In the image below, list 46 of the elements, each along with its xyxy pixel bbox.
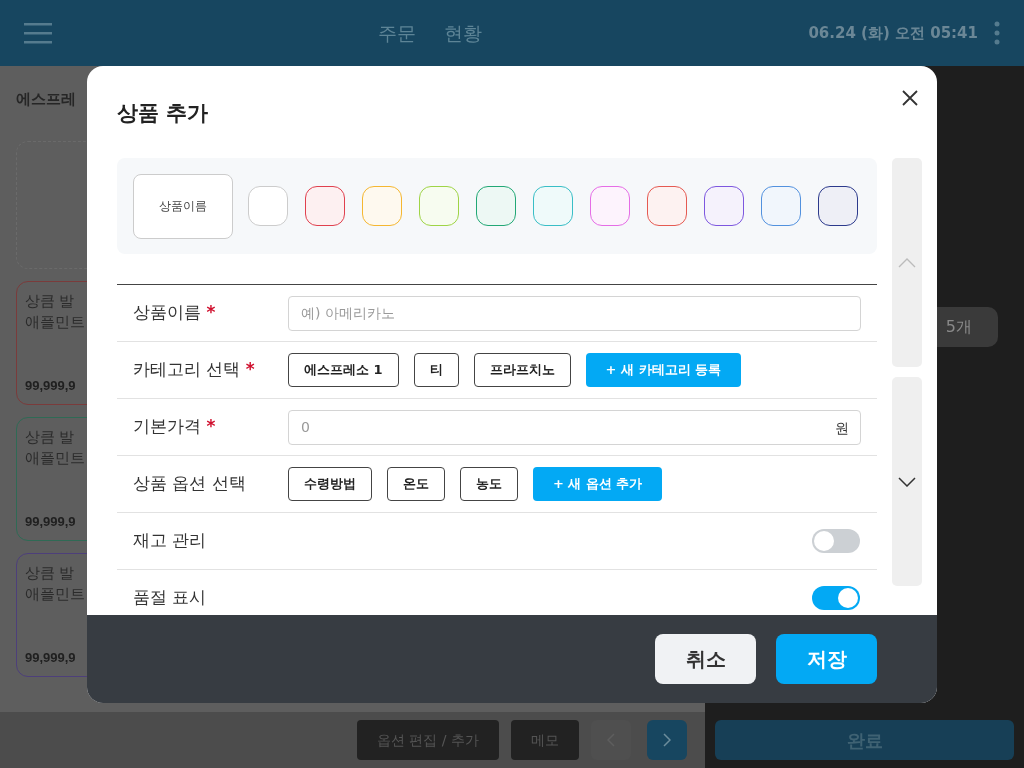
toggle-switch[interactable] <box>812 529 860 553</box>
product-price: 99,999,9 <box>25 649 76 667</box>
unit-label: 원 <box>835 418 849 438</box>
product-price: 99,999,9 <box>25 377 76 395</box>
cancel-button[interactable]: 취소 <box>655 634 756 684</box>
header-tab[interactable]: 현황 <box>444 18 483 48</box>
product-price: 99,999,9 <box>25 513 76 531</box>
field-label: 상품 옵션 선택 <box>133 472 247 496</box>
category-title: 에스프레 <box>16 89 77 110</box>
field-label: 품절 표시 <box>133 586 208 610</box>
add-button[interactable]: + 새 옵션 추가 <box>533 467 663 501</box>
close-icon <box>901 89 919 107</box>
save-button[interactable]: 저장 <box>776 634 877 684</box>
menu-icon[interactable] <box>24 22 52 44</box>
product-preview: 상품이름 <box>133 173 233 239</box>
option-chip[interactable]: 온도 <box>387 467 445 501</box>
color-swatch[interactable] <box>362 186 402 226</box>
next-button[interactable] <box>647 720 687 760</box>
option-chip[interactable]: 프라프치노 <box>473 353 571 387</box>
modal-title: 상품 추가 <box>117 101 209 125</box>
add-button[interactable]: + 새 카테고리 등록 <box>585 353 742 387</box>
chevron-down-icon <box>898 476 916 487</box>
close-button[interactable] <box>901 88 921 108</box>
chevron-up-icon <box>898 257 916 268</box>
field-label: 기본가격 * <box>133 415 217 439</box>
option-chip[interactable]: 티 <box>413 353 459 387</box>
input-field[interactable]: 예) 아메리카노 <box>288 295 861 331</box>
date-time: 06.24 (화) 오전 05:41 <box>808 22 978 44</box>
color-swatch[interactable] <box>590 186 630 226</box>
color-swatch[interactable] <box>305 186 345 226</box>
color-swatch[interactable] <box>818 186 858 226</box>
more-icon[interactable] <box>994 21 1000 45</box>
chevron-right-icon <box>663 733 671 747</box>
header-tab[interactable]: 주문 <box>378 18 417 48</box>
field-label: 카테고리 선택 * <box>133 358 256 382</box>
color-swatch[interactable] <box>476 186 516 226</box>
option-chip[interactable]: 수령방법 <box>288 467 372 501</box>
toggle-switch[interactable] <box>812 586 860 610</box>
color-swatch[interactable] <box>533 186 573 226</box>
field-label: 상품이름 * <box>133 301 217 325</box>
color-swatch[interactable] <box>647 186 687 226</box>
color-swatch[interactable] <box>761 186 801 226</box>
field-label: 재고 관리 <box>133 529 208 553</box>
option-chip[interactable]: 에스프레소 1 <box>288 353 399 387</box>
color-swatch[interactable] <box>704 186 744 226</box>
option-chip[interactable]: 농도 <box>460 467 518 501</box>
